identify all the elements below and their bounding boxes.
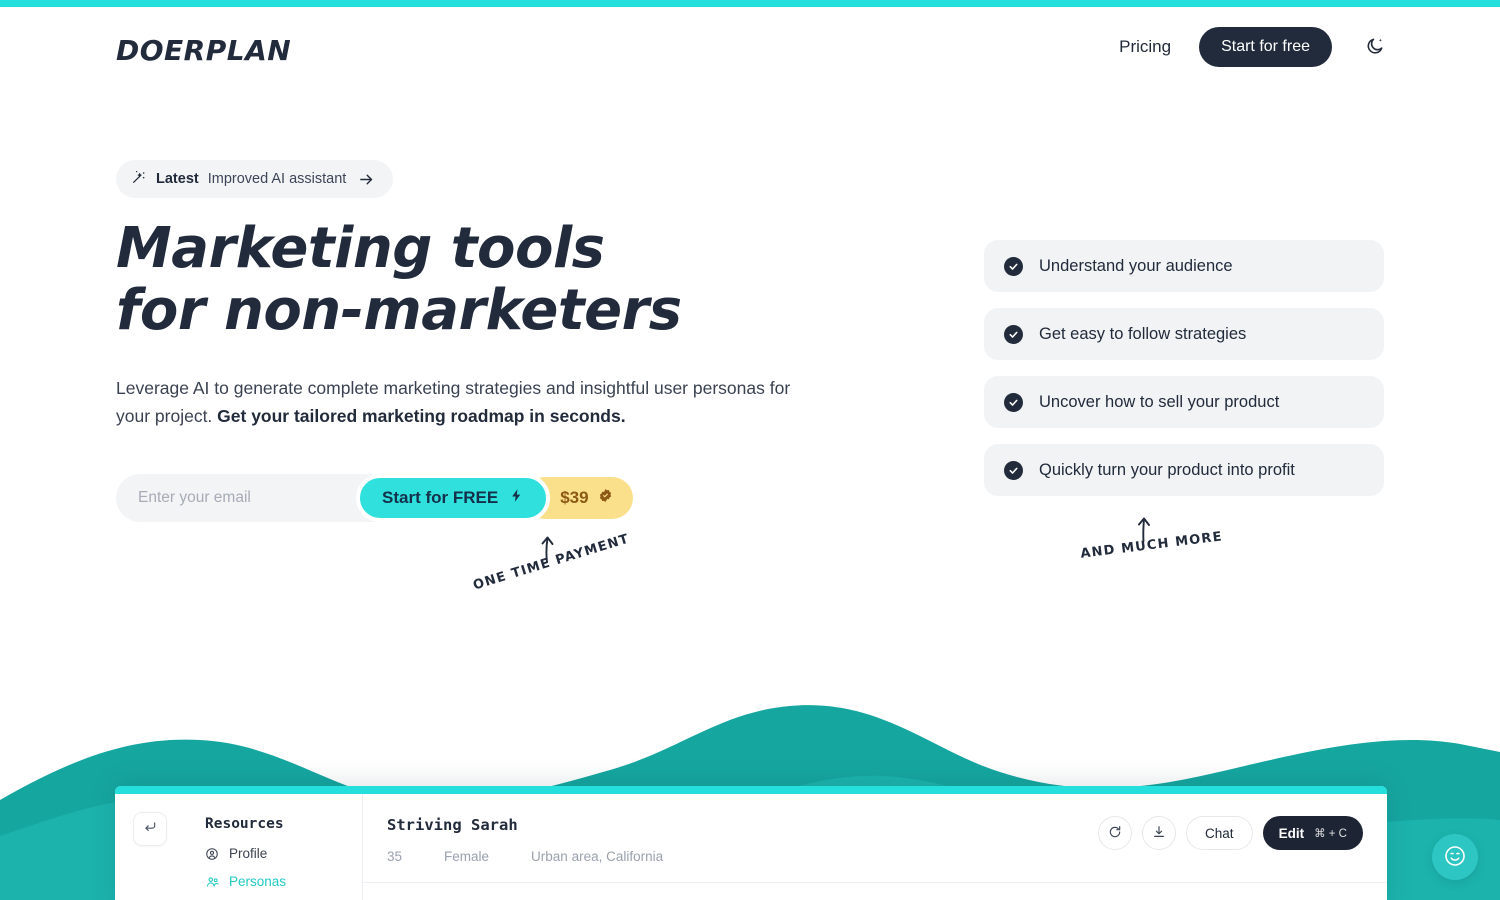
- app-body: Resources Profile Personas Striving Sara…: [115, 794, 1387, 900]
- logo[interactable]: DOERPLAN: [116, 34, 291, 67]
- app-rail: [115, 794, 185, 900]
- feature-label: Uncover how to sell your product: [1039, 392, 1280, 411]
- people-icon: [205, 875, 220, 889]
- announcement-badge[interactable]: Latest Improved AI assistant: [116, 160, 394, 198]
- check-circle-icon: [1004, 324, 1023, 344]
- page-title: Marketing tools for non-marketers: [116, 216, 682, 343]
- feature-item-2: Uncover how to sell your product: [984, 376, 1384, 428]
- feature-label: Quickly turn your product into profit: [1039, 460, 1295, 479]
- feature-label: Understand your audience: [1039, 256, 1233, 275]
- feature-item-3: Quickly turn your product into profit: [984, 444, 1384, 496]
- hero-subtitle: Leverage AI to generate complete marketi…: [116, 374, 796, 431]
- app-sidebar: Resources Profile Personas: [185, 794, 363, 900]
- site-header: DOERPLAN Pricing Start for free: [0, 7, 1500, 95]
- lightning-bolt-icon: [509, 488, 524, 508]
- page-root: DOERPLAN Pricing Start for free Latest I…: [0, 0, 1500, 900]
- app-toolbar: Chat Edit ⌘ + C: [1098, 816, 1363, 850]
- return-arrow-icon: [143, 820, 157, 839]
- feature-item-0: Understand your audience: [984, 240, 1384, 292]
- refresh-button[interactable]: [1098, 816, 1133, 850]
- top-accent-bar: [0, 0, 1500, 7]
- sidebar-item-personas[interactable]: Personas: [205, 874, 362, 889]
- hero-subtitle-bold: Get your tailored marketing roadmap in s…: [217, 406, 626, 427]
- sidebar-item-profile[interactable]: Profile: [205, 846, 362, 861]
- app-main: Striving Sarah 35 Female Urban area, Cal…: [363, 794, 1387, 900]
- nav-pricing[interactable]: Pricing: [1119, 37, 1171, 57]
- sidebar-item-label: Personas: [229, 874, 287, 889]
- smiley-chat-icon: [1443, 844, 1467, 871]
- check-circle-icon: [1004, 460, 1023, 480]
- check-circle-icon: [1004, 256, 1023, 276]
- edit-button[interactable]: Edit ⌘ + C: [1262, 816, 1363, 850]
- header-start-for-free-button[interactable]: Start for free: [1199, 27, 1332, 67]
- theme-toggle-button[interactable]: [1360, 32, 1390, 62]
- email-input[interactable]: [138, 489, 368, 507]
- divider: [363, 882, 1387, 883]
- edit-shortcut: ⌘ + C: [1314, 828, 1347, 840]
- download-button[interactable]: [1142, 816, 1177, 850]
- sidebar-title: Resources: [205, 816, 284, 832]
- feature-label: Get easy to follow strategies: [1039, 324, 1247, 343]
- person-circle-icon: [205, 847, 220, 861]
- sparkle-icon: [131, 169, 147, 189]
- persona-meta: 35 Female Urban area, California: [387, 849, 1387, 864]
- refresh-icon: [1108, 825, 1122, 842]
- feature-list: Understand your audience Get easy to fol…: [984, 240, 1384, 512]
- persona-age: 35: [387, 849, 403, 864]
- hero-section: Latest Improved AI assistant Marketing t…: [0, 0, 1500, 700]
- arrow-right-icon: [358, 171, 375, 188]
- edit-label: Edit: [1278, 825, 1305, 841]
- app-topbar: [115, 786, 1387, 794]
- chat-button[interactable]: Chat: [1186, 816, 1253, 850]
- start-for-free-cta-button[interactable]: Start for FREE: [356, 474, 551, 522]
- chat-widget-button[interactable]: [1432, 834, 1478, 880]
- app-preview-window: Resources Profile Personas Striving Sara…: [115, 786, 1387, 900]
- persona-location: Urban area, California: [531, 849, 664, 864]
- moon-icon: [1365, 36, 1385, 59]
- price-label: $39: [560, 488, 589, 507]
- header-nav: Pricing Start for free: [1119, 27, 1390, 67]
- check-circle-icon: [1004, 392, 1023, 412]
- badge-text: Improved AI assistant: [207, 171, 347, 187]
- app-back-button[interactable]: [133, 812, 167, 846]
- download-icon: [1152, 825, 1166, 842]
- cta-row: Start for FREE $39: [116, 474, 633, 522]
- cta-label: Start for FREE: [382, 488, 499, 507]
- verified-badge-icon: [598, 488, 613, 508]
- feature-item-1: Get easy to follow strategies: [984, 308, 1384, 360]
- badge-latest-label: Latest: [156, 171, 199, 187]
- sidebar-item-label: Profile: [229, 846, 268, 861]
- persona-gender: Female: [444, 849, 490, 864]
